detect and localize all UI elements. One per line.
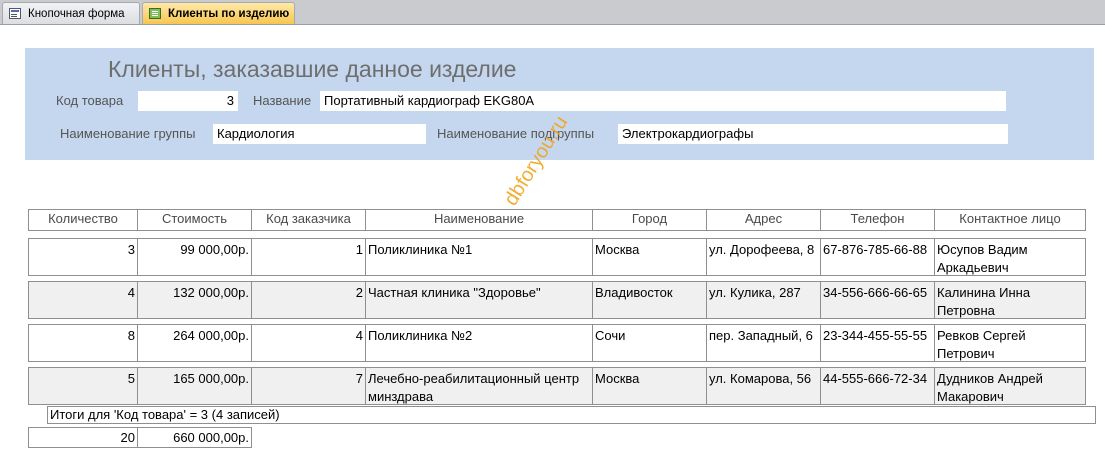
address-cell: ул. Кулика, 287 bbox=[706, 281, 821, 319]
total-cost: 660 000,00р. bbox=[137, 427, 252, 448]
product-code-label: Код товара bbox=[56, 93, 124, 108]
product-code-value: 3 bbox=[138, 91, 238, 111]
client-id-cell: 7 bbox=[251, 367, 366, 405]
column-header: Наименование bbox=[365, 209, 593, 231]
client-id-cell: 4 bbox=[251, 324, 366, 362]
column-header: Телефон bbox=[820, 209, 935, 231]
phone-cell: 44-555-666-72-34 bbox=[820, 367, 935, 405]
city-cell: Владивосток bbox=[592, 281, 707, 319]
phone-cell: 67-876-785-66-88 bbox=[820, 238, 935, 276]
column-header: Стоимость bbox=[137, 209, 252, 231]
phone-cell: 34-556-666-66-65 bbox=[820, 281, 935, 319]
qty-cell: 3 bbox=[28, 238, 138, 276]
group-value: Кардиология bbox=[213, 124, 426, 144]
name-value: Портативный кардиограф EKG80A bbox=[320, 91, 1006, 111]
address-cell: ул. Дорофеева, 8 bbox=[706, 238, 821, 276]
city-cell: Сочи bbox=[592, 324, 707, 362]
tab-label: Клиенты по изделию bbox=[168, 7, 290, 20]
contact-cell: Ревков Сергей Петрович bbox=[934, 324, 1086, 362]
group-label: Наименование группы bbox=[60, 126, 196, 141]
client-id-cell: 1 bbox=[251, 238, 366, 276]
table-row: 8 264 000,00р. 4 Поликлиника №2 Сочи пер… bbox=[28, 324, 1086, 362]
cost-cell: 132 000,00р. bbox=[137, 281, 252, 319]
client-name-cell: Частная клиника "Здоровье" bbox=[365, 281, 593, 319]
report-icon bbox=[149, 8, 161, 19]
cost-cell: 264 000,00р. bbox=[137, 324, 252, 362]
tab-clients-by-product[interactable]: Клиенты по изделию bbox=[142, 2, 295, 24]
column-header: Количество bbox=[28, 209, 138, 231]
contact-cell: Юсупов Вадим Аркадьевич bbox=[934, 238, 1086, 276]
client-id-cell: 2 bbox=[251, 281, 366, 319]
city-cell: Москва bbox=[592, 238, 707, 276]
column-header: Контактное лицо bbox=[934, 209, 1086, 231]
column-header: Адрес bbox=[706, 209, 821, 231]
report-title: Клиенты, заказавшие данное изделие bbox=[108, 56, 517, 82]
qty-cell: 4 bbox=[28, 281, 138, 319]
subgroup-value: Электрокардиографы bbox=[618, 124, 1008, 144]
table-row: 5 165 000,00р. 7 Лечебно-реабилитационны… bbox=[28, 367, 1086, 405]
group-totals-label: Итоги для 'Код товара' = 3 (4 записей) bbox=[47, 406, 1096, 424]
phone-cell: 23-344-455-55-55 bbox=[820, 324, 935, 362]
document-tab-bar: Кнопочная форма Клиенты по изделию bbox=[0, 0, 1105, 25]
qty-cell: 8 bbox=[28, 324, 138, 362]
contact-cell: Калинина Инна Петровна bbox=[934, 281, 1086, 319]
name-label: Название bbox=[253, 93, 312, 108]
tab-switchboard-form[interactable]: Кнопочная форма bbox=[2, 2, 140, 24]
client-name-cell: Поликлиника №2 bbox=[365, 324, 593, 362]
client-name-cell: Поликлиника №1 bbox=[365, 238, 593, 276]
cost-cell: 99 000,00р. bbox=[137, 238, 252, 276]
qty-cell: 5 bbox=[28, 367, 138, 405]
form-icon bbox=[9, 8, 21, 19]
contact-cell: Дудников Андрей Макарович bbox=[934, 367, 1086, 405]
client-name-cell: Лечебно-реабилитационный центр минздрава bbox=[365, 367, 593, 405]
table-header: Количество Стоимость Код заказчика Наиме… bbox=[28, 209, 1086, 231]
cost-cell: 165 000,00р. bbox=[137, 367, 252, 405]
column-header: Город bbox=[592, 209, 707, 231]
city-cell: Москва bbox=[592, 367, 707, 405]
column-header: Код заказчика bbox=[251, 209, 366, 231]
table-row: 3 99 000,00р. 1 Поликлиника №1 Москва ул… bbox=[28, 238, 1086, 276]
table-row: 4 132 000,00р. 2 Частная клиника "Здоров… bbox=[28, 281, 1086, 319]
tab-label: Кнопочная форма bbox=[28, 7, 125, 20]
address-cell: ул. Комарова, 56 bbox=[706, 367, 821, 405]
address-cell: пер. Западный, 6 bbox=[706, 324, 821, 362]
total-qty: 20 bbox=[28, 427, 138, 448]
